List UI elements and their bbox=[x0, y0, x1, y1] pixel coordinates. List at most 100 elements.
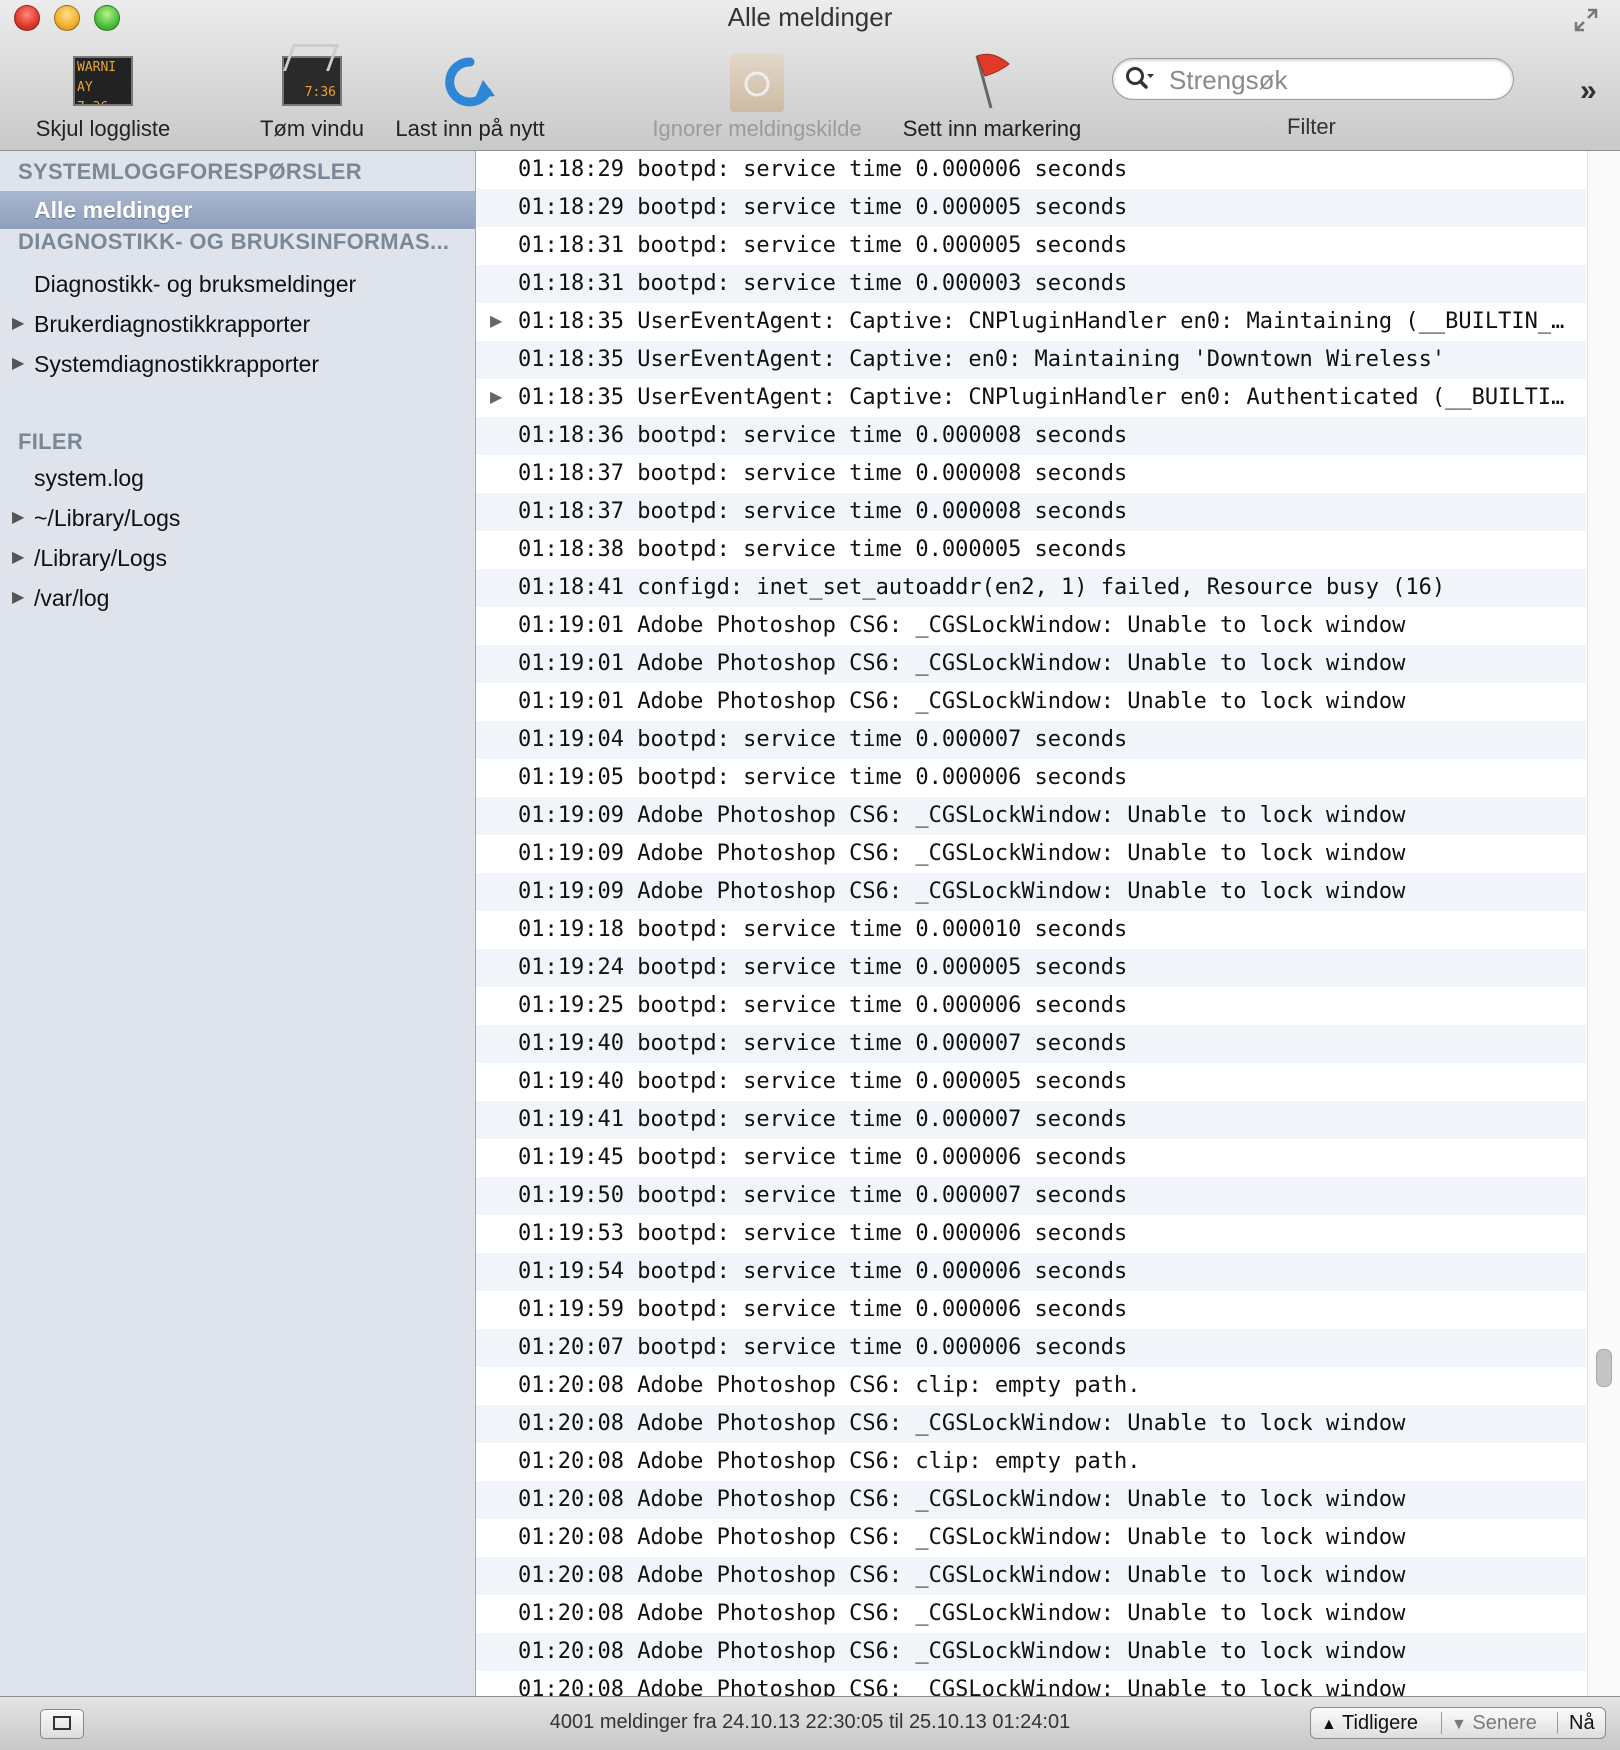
log-row[interactable]: 01:20:08 Adobe Photoshop CS6: _CGSLockWi… bbox=[476, 1519, 1586, 1557]
log-row[interactable]: 01:19:09 Adobe Photoshop CS6: _CGSLockWi… bbox=[476, 797, 1586, 835]
log-row[interactable]: 01:20:08 Adobe Photoshop CS6: clip: empt… bbox=[476, 1443, 1586, 1481]
disclosure-triangle-icon[interactable]: ▶ bbox=[12, 499, 24, 537]
log-row[interactable]: 01:18:35 UserEventAgent: Captive: en0: M… bbox=[476, 341, 1586, 379]
log-message-text: 01:20:08 Adobe Photoshop CS6: _CGSLockWi… bbox=[518, 1563, 1406, 1588]
hide-log-list-label: Skjul loggliste bbox=[35, 116, 171, 141]
log-message-list[interactable]: 01:18:29 bootpd: service time 0.000006 s… bbox=[476, 151, 1586, 1696]
log-message-text: 01:19:50 bootpd: service time 0.000007 s… bbox=[518, 1183, 1128, 1208]
log-row[interactable]: 01:19:18 bootpd: service time 0.000010 s… bbox=[476, 911, 1586, 949]
disclosure-triangle-icon[interactable]: ▶ bbox=[490, 379, 502, 417]
log-row[interactable]: 01:19:01 Adobe Photoshop CS6: _CGSLockWi… bbox=[476, 645, 1586, 683]
log-message-text: 01:19:40 bootpd: service time 0.000007 s… bbox=[518, 1031, 1128, 1056]
later-button[interactable]: ▼ Senere bbox=[1451, 1708, 1537, 1738]
disclosure-triangle-icon[interactable]: ▶ bbox=[490, 303, 502, 341]
log-row[interactable]: 01:19:01 Adobe Photoshop CS6: _CGSLockWi… bbox=[476, 607, 1586, 645]
earlier-label: Tidligere bbox=[1342, 1712, 1419, 1734]
log-row[interactable]: 01:20:08 Adobe Photoshop CS6: _CGSLockWi… bbox=[476, 1405, 1586, 1443]
sidebar-item-system-diagnostic-reports[interactable]: ▶ Systemdiagnostikkrapporter bbox=[0, 345, 475, 383]
ignore-sender-button[interactable]: Ignorer meldingskilde bbox=[652, 48, 862, 141]
window-title: Alle meldinger bbox=[727, 2, 893, 32]
log-scrollbar[interactable] bbox=[1587, 151, 1620, 1696]
log-row[interactable]: 01:19:05 bootpd: service time 0.000006 s… bbox=[476, 759, 1586, 797]
insert-marker-button[interactable]: Sett inn markering bbox=[903, 48, 1081, 141]
log-row[interactable]: 01:18:29 bootpd: service time 0.000006 s… bbox=[476, 151, 1586, 189]
sidebar-item-all-messages[interactable]: Alle meldinger bbox=[0, 191, 475, 229]
sidebar-item-user-diagnostic-reports[interactable]: ▶ Brukerdiagnostikkrapporter bbox=[0, 305, 475, 343]
sidebar-item-library-logs[interactable]: ▶ /Library/Logs bbox=[0, 539, 475, 577]
log-message-text: 01:19:04 bootpd: service time 0.000007 s… bbox=[518, 727, 1128, 752]
titlebar-toolbar: Alle meldinger WARNI AY 7:36 Skjul loggl… bbox=[0, 0, 1620, 151]
log-row[interactable]: 01:19:45 bootpd: service time 0.000006 s… bbox=[476, 1139, 1586, 1177]
search-icon[interactable] bbox=[1125, 65, 1155, 93]
log-message-text: 01:20:08 Adobe Photoshop CS6: clip: empt… bbox=[518, 1373, 1141, 1398]
search-field[interactable] bbox=[1112, 58, 1514, 100]
sidebar-header-diagnostics: DIAGNOSTIKK- OG BRUKSINFORMAS... bbox=[18, 229, 450, 254]
recycle-box-icon bbox=[730, 54, 784, 112]
log-row[interactable]: 01:19:41 bootpd: service time 0.000007 s… bbox=[476, 1101, 1586, 1139]
now-button[interactable]: Nå bbox=[1569, 1708, 1595, 1738]
log-row[interactable]: 01:19:40 bootpd: service time 0.000005 s… bbox=[476, 1063, 1586, 1101]
sidebar-item-diagnostic-messages[interactable]: Diagnostikk- og bruksmeldinger bbox=[0, 265, 475, 303]
hide-log-list-button[interactable]: WARNI AY 7:36 Skjul loggliste bbox=[36, 48, 170, 141]
log-row[interactable]: 01:20:08 Adobe Photoshop CS6: _CGSLockWi… bbox=[476, 1633, 1586, 1671]
log-message-text: 01:19:24 bootpd: service time 0.000005 s… bbox=[518, 955, 1128, 980]
search-input[interactable] bbox=[1167, 63, 1491, 97]
sidebar-item-system-log[interactable]: system.log bbox=[0, 459, 475, 497]
sidebar-item-user-library-logs[interactable]: ▶ ~/Library/Logs bbox=[0, 499, 475, 537]
log-row[interactable]: 01:19:54 bootpd: service time 0.000006 s… bbox=[476, 1253, 1586, 1291]
log-row[interactable]: 01:20:08 Adobe Photoshop CS6: _CGSLockWi… bbox=[476, 1671, 1586, 1696]
log-message-text: 01:18:41 configd: inet_set_autoaddr(en2,… bbox=[518, 575, 1446, 600]
log-row[interactable]: 01:19:25 bootpd: service time 0.000006 s… bbox=[476, 987, 1586, 1025]
log-row[interactable]: 01:18:36 bootpd: service time 0.000008 s… bbox=[476, 417, 1586, 455]
log-message-text: 01:19:59 bootpd: service time 0.000006 s… bbox=[518, 1297, 1128, 1322]
log-row[interactable]: 01:19:59 bootpd: service time 0.000006 s… bbox=[476, 1291, 1586, 1329]
log-row[interactable]: 01:20:08 Adobe Photoshop CS6: _CGSLockWi… bbox=[476, 1481, 1586, 1519]
sidebar-item-var-log[interactable]: ▶ /var/log bbox=[0, 579, 475, 617]
status-bar: 4001 meldinger fra 24.10.13 22:30:05 til… bbox=[0, 1696, 1620, 1750]
sidebar-header-files: FILER bbox=[18, 429, 84, 454]
log-message-text: 01:19:54 bootpd: service time 0.000006 s… bbox=[518, 1259, 1128, 1284]
log-row[interactable]: 01:19:50 bootpd: service time 0.000007 s… bbox=[476, 1177, 1586, 1215]
log-row[interactable]: 01:19:01 Adobe Photoshop CS6: _CGSLockWi… bbox=[476, 683, 1586, 721]
log-row[interactable]: 01:19:53 bootpd: service time 0.000006 s… bbox=[476, 1215, 1586, 1253]
log-row[interactable]: 01:18:29 bootpd: service time 0.000005 s… bbox=[476, 189, 1586, 227]
log-row[interactable]: 01:19:24 bootpd: service time 0.000005 s… bbox=[476, 949, 1586, 987]
disclosure-triangle-icon[interactable]: ▶ bbox=[12, 539, 24, 577]
icon-text-line: AY 7:36 bbox=[77, 80, 108, 104]
log-row[interactable]: 01:20:08 Adobe Photoshop CS6: clip: empt… bbox=[476, 1367, 1586, 1405]
toolbar-overflow-chevron-icon[interactable]: » bbox=[1580, 74, 1597, 108]
log-row[interactable]: 01:20:08 Adobe Photoshop CS6: _CGSLockWi… bbox=[476, 1557, 1586, 1595]
sidebar-item-label: Alle meldinger bbox=[34, 197, 193, 223]
fullscreen-icon[interactable] bbox=[1572, 6, 1600, 34]
disclosure-triangle-icon[interactable]: ▶ bbox=[12, 579, 24, 617]
log-row[interactable]: 01:18:38 bootpd: service time 0.000005 s… bbox=[476, 531, 1586, 569]
log-row[interactable]: 01:19:09 Adobe Photoshop CS6: _CGSLockWi… bbox=[476, 873, 1586, 911]
log-row[interactable]: 01:20:07 bootpd: service time 0.000006 s… bbox=[476, 1329, 1586, 1367]
log-row[interactable]: 01:19:40 bootpd: service time 0.000007 s… bbox=[476, 1025, 1586, 1063]
clear-window-button[interactable]: 7:36 Tøm vindu bbox=[260, 48, 364, 141]
log-row[interactable]: ▶ 01:18:35 UserEventAgent: Captive: CNPlu… bbox=[476, 379, 1586, 417]
log-message-text: 01:20:07 bootpd: service time 0.000006 s… bbox=[518, 1335, 1128, 1360]
disclosure-triangle-icon[interactable]: ▶ bbox=[12, 345, 24, 383]
scrollbar-thumb[interactable] bbox=[1596, 1349, 1612, 1387]
log-row[interactable]: 01:20:08 Adobe Photoshop CS6: _CGSLockWi… bbox=[476, 1595, 1586, 1633]
log-message-text: 01:18:35 UserEventAgent: Captive: CNPlug… bbox=[518, 385, 1565, 410]
log-row[interactable]: 01:19:04 bootpd: service time 0.000007 s… bbox=[476, 721, 1586, 759]
sidebar-item-label: /Library/Logs bbox=[34, 545, 167, 571]
log-row[interactable]: 01:18:37 bootpd: service time 0.000008 s… bbox=[476, 493, 1586, 531]
log-row[interactable]: 01:18:41 configd: inet_set_autoaddr(en2,… bbox=[476, 569, 1586, 607]
log-row[interactable]: 01:19:09 Adobe Photoshop CS6: _CGSLockWi… bbox=[476, 835, 1586, 873]
time-navigation: ▲ Tidligere ▼ Senere Nå bbox=[1310, 1707, 1606, 1739]
log-message-text: 01:19:09 Adobe Photoshop CS6: _CGSLockWi… bbox=[518, 841, 1406, 866]
reload-button[interactable]: Last inn på nytt bbox=[395, 48, 545, 141]
disclosure-triangle-icon[interactable]: ▶ bbox=[12, 305, 24, 343]
log-row[interactable]: 01:18:31 bootpd: service time 0.000005 s… bbox=[476, 227, 1586, 265]
log-row[interactable]: 01:18:31 bootpd: service time 0.000003 s… bbox=[476, 265, 1586, 303]
later-label: Senere bbox=[1472, 1712, 1537, 1734]
earlier-button[interactable]: ▲ Tidligere bbox=[1321, 1708, 1418, 1738]
clear-console-icon: 7:36 bbox=[282, 56, 342, 106]
log-row[interactable]: 01:18:37 bootpd: service time 0.000008 s… bbox=[476, 455, 1586, 493]
log-message-text: 01:19:40 bootpd: service time 0.000005 s… bbox=[518, 1069, 1128, 1094]
log-row[interactable]: ▶ 01:18:35 UserEventAgent: Captive: CNPlu… bbox=[476, 303, 1586, 341]
log-message-text: 01:18:35 UserEventAgent: Captive: en0: M… bbox=[518, 347, 1446, 372]
